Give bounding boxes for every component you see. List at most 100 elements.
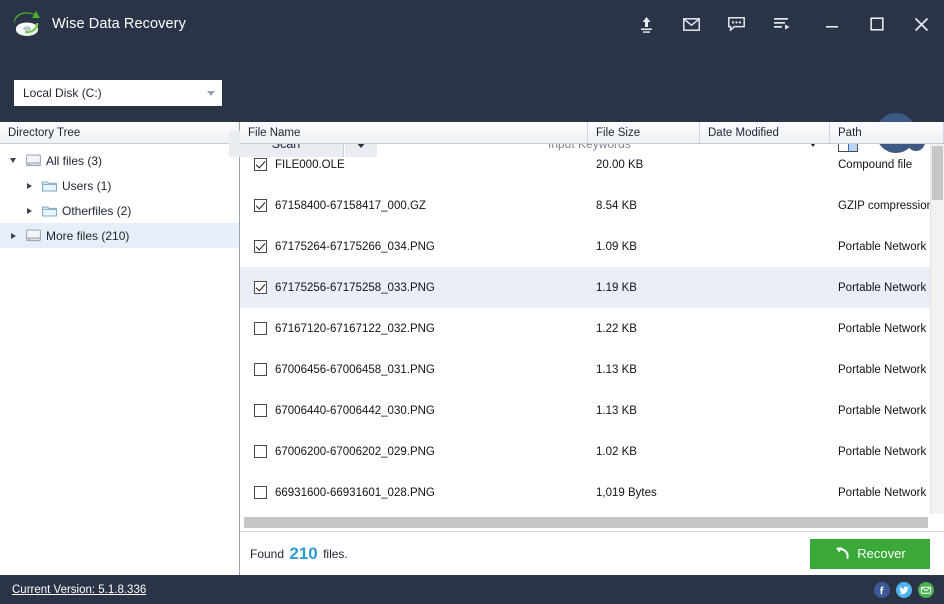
cell-file-name: 67006456-67006458_031.PNG xyxy=(240,363,588,376)
maximize-button[interactable] xyxy=(854,0,899,48)
column-header-path[interactable]: Path xyxy=(830,122,944,143)
tree-item-label: More files (210) xyxy=(46,228,130,243)
social-links xyxy=(874,581,934,598)
directory-tree-header: Directory Tree xyxy=(0,122,239,144)
chevron-down-icon[interactable] xyxy=(4,158,22,163)
undo-arrow-icon xyxy=(834,545,851,563)
table-row[interactable]: 67175264-67175266_034.PNG 1.09 KB Portable… xyxy=(240,226,930,267)
status-bar: Found 210 files. Recover xyxy=(240,531,944,575)
recover-button-label: Recover xyxy=(857,546,906,561)
file-name-text: 66931600-66931601_028.PNG xyxy=(275,486,435,499)
chevron-right-icon[interactable] xyxy=(20,207,38,214)
disk-icon xyxy=(22,154,44,167)
found-prefix: Found xyxy=(250,546,285,561)
chevron-right-icon[interactable] xyxy=(4,232,22,239)
found-files-status: Found 210 files. xyxy=(250,544,348,564)
cell-file-size: 1,019 Bytes xyxy=(596,486,657,499)
file-list-horizontal-scrollbar[interactable] xyxy=(240,514,944,531)
file-name-text: 67167120-67167122_032.PNG xyxy=(275,322,435,335)
column-header-date-modified[interactable]: Date Modified xyxy=(700,122,830,143)
file-name-text: 67175256-67175258_033.PNG xyxy=(275,281,435,294)
cell-file-name: 67175264-67175266_034.PNG xyxy=(240,240,588,253)
tree-item[interactable]: All files (3) xyxy=(0,148,239,173)
folder-icon xyxy=(38,180,60,192)
cell-file-size: 1.09 KB xyxy=(596,240,637,253)
scrollbar-thumb-horizontal[interactable] xyxy=(244,517,928,528)
cell-file-size: 20.00 KB xyxy=(596,158,644,171)
cell-file-name: 66931600-66931601_028.PNG xyxy=(240,486,588,499)
cell-file-size: 1.13 KB xyxy=(596,404,637,417)
cell-file-name: 67006200-67006202_029.PNG xyxy=(240,445,588,458)
cell-file-name: 67175256-67175258_033.PNG xyxy=(240,281,588,294)
menu-icon[interactable] xyxy=(759,0,804,48)
tree-item-label: All files (3) xyxy=(46,153,103,168)
mail-icon[interactable] xyxy=(669,0,714,48)
row-checkbox[interactable] xyxy=(254,404,267,417)
file-list-panel: File Name File Size Date Modified Path F… xyxy=(240,122,944,575)
cell-path: Portable Network .. xyxy=(838,404,930,417)
upgrade-icon[interactable] xyxy=(624,0,669,48)
column-header-file-size[interactable]: File Size xyxy=(588,122,700,143)
toolbar: Local Disk (C:) Scan W xyxy=(0,48,944,157)
column-header-file-name[interactable]: File Name xyxy=(240,122,588,143)
feedback-icon[interactable] xyxy=(714,0,759,48)
file-name-text: 67158400-67158417_000.GZ xyxy=(275,199,426,212)
table-row[interactable]: FILE000.OLE 20.00 KB Compound file xyxy=(240,144,930,185)
disk-icon xyxy=(22,229,44,242)
tree-item[interactable]: Users (1) xyxy=(0,173,239,198)
cell-path: Portable Network .. xyxy=(838,240,930,253)
facebook-icon[interactable] xyxy=(874,581,890,598)
row-checkbox[interactable] xyxy=(254,486,267,499)
cell-path: Portable Network .. xyxy=(838,281,930,294)
cell-path: GZIP compression fi xyxy=(838,199,930,212)
row-checkbox[interactable] xyxy=(254,363,267,376)
row-checkbox[interactable] xyxy=(254,158,267,171)
table-row[interactable]: 66931600-66931601_028.PNG 1,019 Bytes Port… xyxy=(240,472,930,513)
cell-path: Portable Network .. xyxy=(838,486,930,499)
twitter-icon[interactable] xyxy=(896,581,912,598)
tree-item-label: Otherfiles (2) xyxy=(62,203,132,218)
cell-file-size: 1.13 KB xyxy=(596,363,637,376)
current-version-link[interactable]: Current Version: 5.1.8.336 xyxy=(12,584,146,596)
cell-file-size: 8.54 KB xyxy=(596,199,637,212)
row-checkbox[interactable] xyxy=(254,445,267,458)
tree-item[interactable]: Otherfiles (2) xyxy=(0,198,239,223)
table-row[interactable]: 67006456-67006458_031.PNG 1.13 KB Portable… xyxy=(240,349,930,390)
footer-bar: Current Version: 5.1.8.336 xyxy=(0,575,944,604)
file-list-vertical-scrollbar[interactable] xyxy=(930,144,944,514)
file-name-text: 67175264-67175266_034.PNG xyxy=(275,240,435,253)
drive-select[interactable]: Local Disk (C:) xyxy=(14,80,222,106)
recover-button[interactable]: Recover xyxy=(810,538,930,569)
app-title: Wise Data Recovery xyxy=(52,16,186,32)
close-button[interactable] xyxy=(899,0,944,48)
tree-item-label: Users (1) xyxy=(62,178,112,193)
tree-item[interactable]: More files (210) xyxy=(0,223,239,248)
file-name-text: 67006456-67006458_031.PNG xyxy=(275,363,435,376)
scrollbar-thumb[interactable] xyxy=(932,146,943,200)
table-row[interactable]: 67006440-67006442_030.PNG 1.13 KB Portable… xyxy=(240,390,930,431)
minimize-button[interactable] xyxy=(809,0,854,48)
chevron-right-icon[interactable] xyxy=(20,182,38,189)
drive-select-value: Local Disk (C:) xyxy=(23,86,102,100)
main-area: Directory Tree All files (3) Users (1) Oth… xyxy=(0,122,944,575)
cell-file-name: FILE000.OLE xyxy=(240,158,588,171)
file-list-header: File Name File Size Date Modified Path xyxy=(240,122,944,144)
cell-path: Compound file xyxy=(838,158,913,171)
file-list-body: FILE000.OLE 20.00 KB Compound file 67158400… xyxy=(240,144,944,514)
row-checkbox[interactable] xyxy=(254,322,267,335)
title-bar-actions xyxy=(624,0,944,48)
table-row[interactable]: 67006200-67006202_029.PNG 1.02 KB Portable… xyxy=(240,431,930,472)
row-checkbox[interactable] xyxy=(254,199,267,212)
table-row[interactable]: 67167120-67167122_032.PNG 1.22 KB Portable… xyxy=(240,308,930,349)
cell-file-size: 1.19 KB xyxy=(596,281,637,294)
directory-tree: All files (3) Users (1) Otherfiles (2) More… xyxy=(0,144,239,248)
email-icon[interactable] xyxy=(918,581,934,598)
row-checkbox[interactable] xyxy=(254,240,267,253)
cell-file-size: 1.22 KB xyxy=(596,322,637,335)
table-row[interactable]: 67158400-67158417_000.GZ 8.54 KB GZIP comp… xyxy=(240,185,930,226)
directory-tree-panel: Directory Tree All files (3) Users (1) Oth… xyxy=(0,122,240,575)
row-checkbox[interactable] xyxy=(254,281,267,294)
cell-file-name: 67158400-67158417_000.GZ xyxy=(240,199,588,212)
file-name-text: 67006440-67006442_030.PNG xyxy=(275,404,435,417)
table-row[interactable]: 67175256-67175258_033.PNG 1.19 KB Portable… xyxy=(240,267,930,308)
